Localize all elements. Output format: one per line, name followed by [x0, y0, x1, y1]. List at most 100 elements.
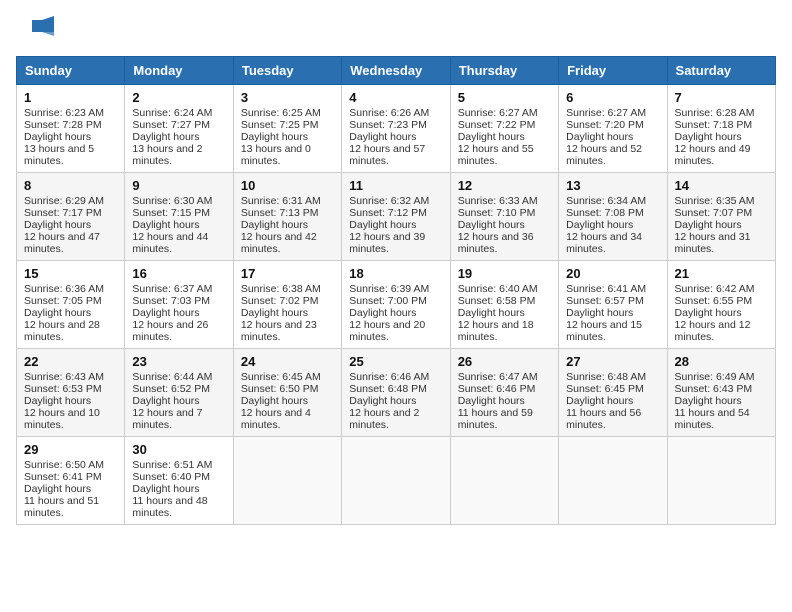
daylight-value: 12 hours and 15 minutes.	[566, 319, 642, 343]
daylight-value: 12 hours and 36 minutes.	[458, 231, 534, 255]
daylight-value: 11 hours and 48 minutes.	[132, 495, 207, 519]
sunrise-label: Sunrise: 6:27 AM	[566, 107, 646, 119]
calendar-cell: 20 Sunrise: 6:41 AM Sunset: 6:57 PM Dayl…	[559, 261, 667, 349]
sunset-label: Sunset: 7:28 PM	[24, 119, 102, 131]
sunrise-label: Sunrise: 6:48 AM	[566, 371, 646, 383]
daylight-label: Daylight hours	[132, 219, 199, 231]
calendar-cell: 16 Sunrise: 6:37 AM Sunset: 7:03 PM Dayl…	[125, 261, 233, 349]
day-number: 30	[132, 442, 225, 457]
daylight-label: Daylight hours	[458, 307, 525, 319]
day-number: 2	[132, 90, 225, 105]
daylight-value: 12 hours and 42 minutes.	[241, 231, 317, 255]
day-number: 26	[458, 354, 551, 369]
daylight-label: Daylight hours	[24, 395, 91, 407]
daylight-label: Daylight hours	[241, 131, 308, 143]
daylight-value: 12 hours and 2 minutes.	[349, 407, 419, 431]
sunset-label: Sunset: 7:17 PM	[24, 207, 102, 219]
sunset-label: Sunset: 6:52 PM	[132, 383, 210, 395]
sunset-label: Sunset: 7:20 PM	[566, 119, 644, 131]
day-number: 3	[241, 90, 334, 105]
daylight-value: 13 hours and 2 minutes.	[132, 143, 202, 167]
calendar-cell: 15 Sunrise: 6:36 AM Sunset: 7:05 PM Dayl…	[17, 261, 125, 349]
daylight-value: 13 hours and 5 minutes.	[24, 143, 94, 167]
daylight-label: Daylight hours	[24, 131, 91, 143]
day-number: 25	[349, 354, 442, 369]
day-number: 8	[24, 178, 117, 193]
daylight-label: Daylight hours	[675, 131, 742, 143]
sunrise-label: Sunrise: 6:33 AM	[458, 195, 538, 207]
day-number: 16	[132, 266, 225, 281]
calendar-cell: 18 Sunrise: 6:39 AM Sunset: 7:00 PM Dayl…	[342, 261, 450, 349]
day-number: 28	[675, 354, 768, 369]
daylight-value: 12 hours and 44 minutes.	[132, 231, 208, 255]
sunrise-label: Sunrise: 6:49 AM	[675, 371, 755, 383]
sunrise-label: Sunrise: 6:36 AM	[24, 283, 104, 295]
day-number: 29	[24, 442, 117, 457]
calendar-cell: 23 Sunrise: 6:44 AM Sunset: 6:52 PM Dayl…	[125, 349, 233, 437]
daylight-label: Daylight hours	[132, 131, 199, 143]
daylight-label: Daylight hours	[241, 307, 308, 319]
week-row-2: 8 Sunrise: 6:29 AM Sunset: 7:17 PM Dayli…	[17, 173, 776, 261]
calendar-cell	[450, 437, 558, 525]
calendar-cell: 3 Sunrise: 6:25 AM Sunset: 7:25 PM Dayli…	[233, 85, 341, 173]
daylight-label: Daylight hours	[349, 219, 416, 231]
day-number: 7	[675, 90, 768, 105]
sunrise-label: Sunrise: 6:28 AM	[675, 107, 755, 119]
col-header-sunday: Sunday	[17, 57, 125, 85]
daylight-label: Daylight hours	[24, 307, 91, 319]
day-number: 15	[24, 266, 117, 281]
calendar-cell: 22 Sunrise: 6:43 AM Sunset: 6:53 PM Dayl…	[17, 349, 125, 437]
daylight-label: Daylight hours	[458, 131, 525, 143]
sunset-label: Sunset: 7:18 PM	[675, 119, 753, 131]
day-number: 12	[458, 178, 551, 193]
sunset-label: Sunset: 7:13 PM	[241, 207, 319, 219]
day-number: 23	[132, 354, 225, 369]
day-number: 19	[458, 266, 551, 281]
sunset-label: Sunset: 7:23 PM	[349, 119, 427, 131]
daylight-value: 12 hours and 23 minutes.	[241, 319, 317, 343]
daylight-value: 11 hours and 56 minutes.	[566, 407, 641, 431]
calendar-cell: 21 Sunrise: 6:42 AM Sunset: 6:55 PM Dayl…	[667, 261, 775, 349]
sunrise-label: Sunrise: 6:50 AM	[24, 459, 104, 471]
daylight-value: 11 hours and 51 minutes.	[24, 495, 99, 519]
daylight-value: 12 hours and 26 minutes.	[132, 319, 208, 343]
sunrise-label: Sunrise: 6:35 AM	[675, 195, 755, 207]
logo-icon	[20, 16, 54, 44]
calendar-cell	[559, 437, 667, 525]
daylight-value: 12 hours and 28 minutes.	[24, 319, 100, 343]
daylight-value: 13 hours and 0 minutes.	[241, 143, 311, 167]
daylight-label: Daylight hours	[349, 131, 416, 143]
sunrise-label: Sunrise: 6:39 AM	[349, 283, 429, 295]
col-header-friday: Friday	[559, 57, 667, 85]
sunset-label: Sunset: 7:10 PM	[458, 207, 536, 219]
daylight-value: 12 hours and 18 minutes.	[458, 319, 534, 343]
daylight-value: 12 hours and 34 minutes.	[566, 231, 642, 255]
sunrise-label: Sunrise: 6:26 AM	[349, 107, 429, 119]
day-number: 18	[349, 266, 442, 281]
daylight-value: 12 hours and 39 minutes.	[349, 231, 425, 255]
day-number: 6	[566, 90, 659, 105]
daylight-label: Daylight hours	[24, 483, 91, 495]
calendar-cell: 25 Sunrise: 6:46 AM Sunset: 6:48 PM Dayl…	[342, 349, 450, 437]
day-number: 1	[24, 90, 117, 105]
daylight-value: 12 hours and 7 minutes.	[132, 407, 202, 431]
sunset-label: Sunset: 7:02 PM	[241, 295, 319, 307]
sunset-label: Sunset: 7:07 PM	[675, 207, 753, 219]
day-number: 20	[566, 266, 659, 281]
daylight-value: 12 hours and 4 minutes.	[241, 407, 311, 431]
sunrise-label: Sunrise: 6:43 AM	[24, 371, 104, 383]
daylight-label: Daylight hours	[241, 219, 308, 231]
day-number: 13	[566, 178, 659, 193]
day-number: 17	[241, 266, 334, 281]
daylight-label: Daylight hours	[566, 395, 633, 407]
calendar-cell: 11 Sunrise: 6:32 AM Sunset: 7:12 PM Dayl…	[342, 173, 450, 261]
daylight-label: Daylight hours	[132, 395, 199, 407]
sunset-label: Sunset: 6:40 PM	[132, 471, 210, 483]
calendar-cell: 9 Sunrise: 6:30 AM Sunset: 7:15 PM Dayli…	[125, 173, 233, 261]
day-number: 22	[24, 354, 117, 369]
sunrise-label: Sunrise: 6:37 AM	[132, 283, 212, 295]
col-header-wednesday: Wednesday	[342, 57, 450, 85]
sunset-label: Sunset: 7:12 PM	[349, 207, 427, 219]
calendar-cell	[233, 437, 341, 525]
day-number: 14	[675, 178, 768, 193]
